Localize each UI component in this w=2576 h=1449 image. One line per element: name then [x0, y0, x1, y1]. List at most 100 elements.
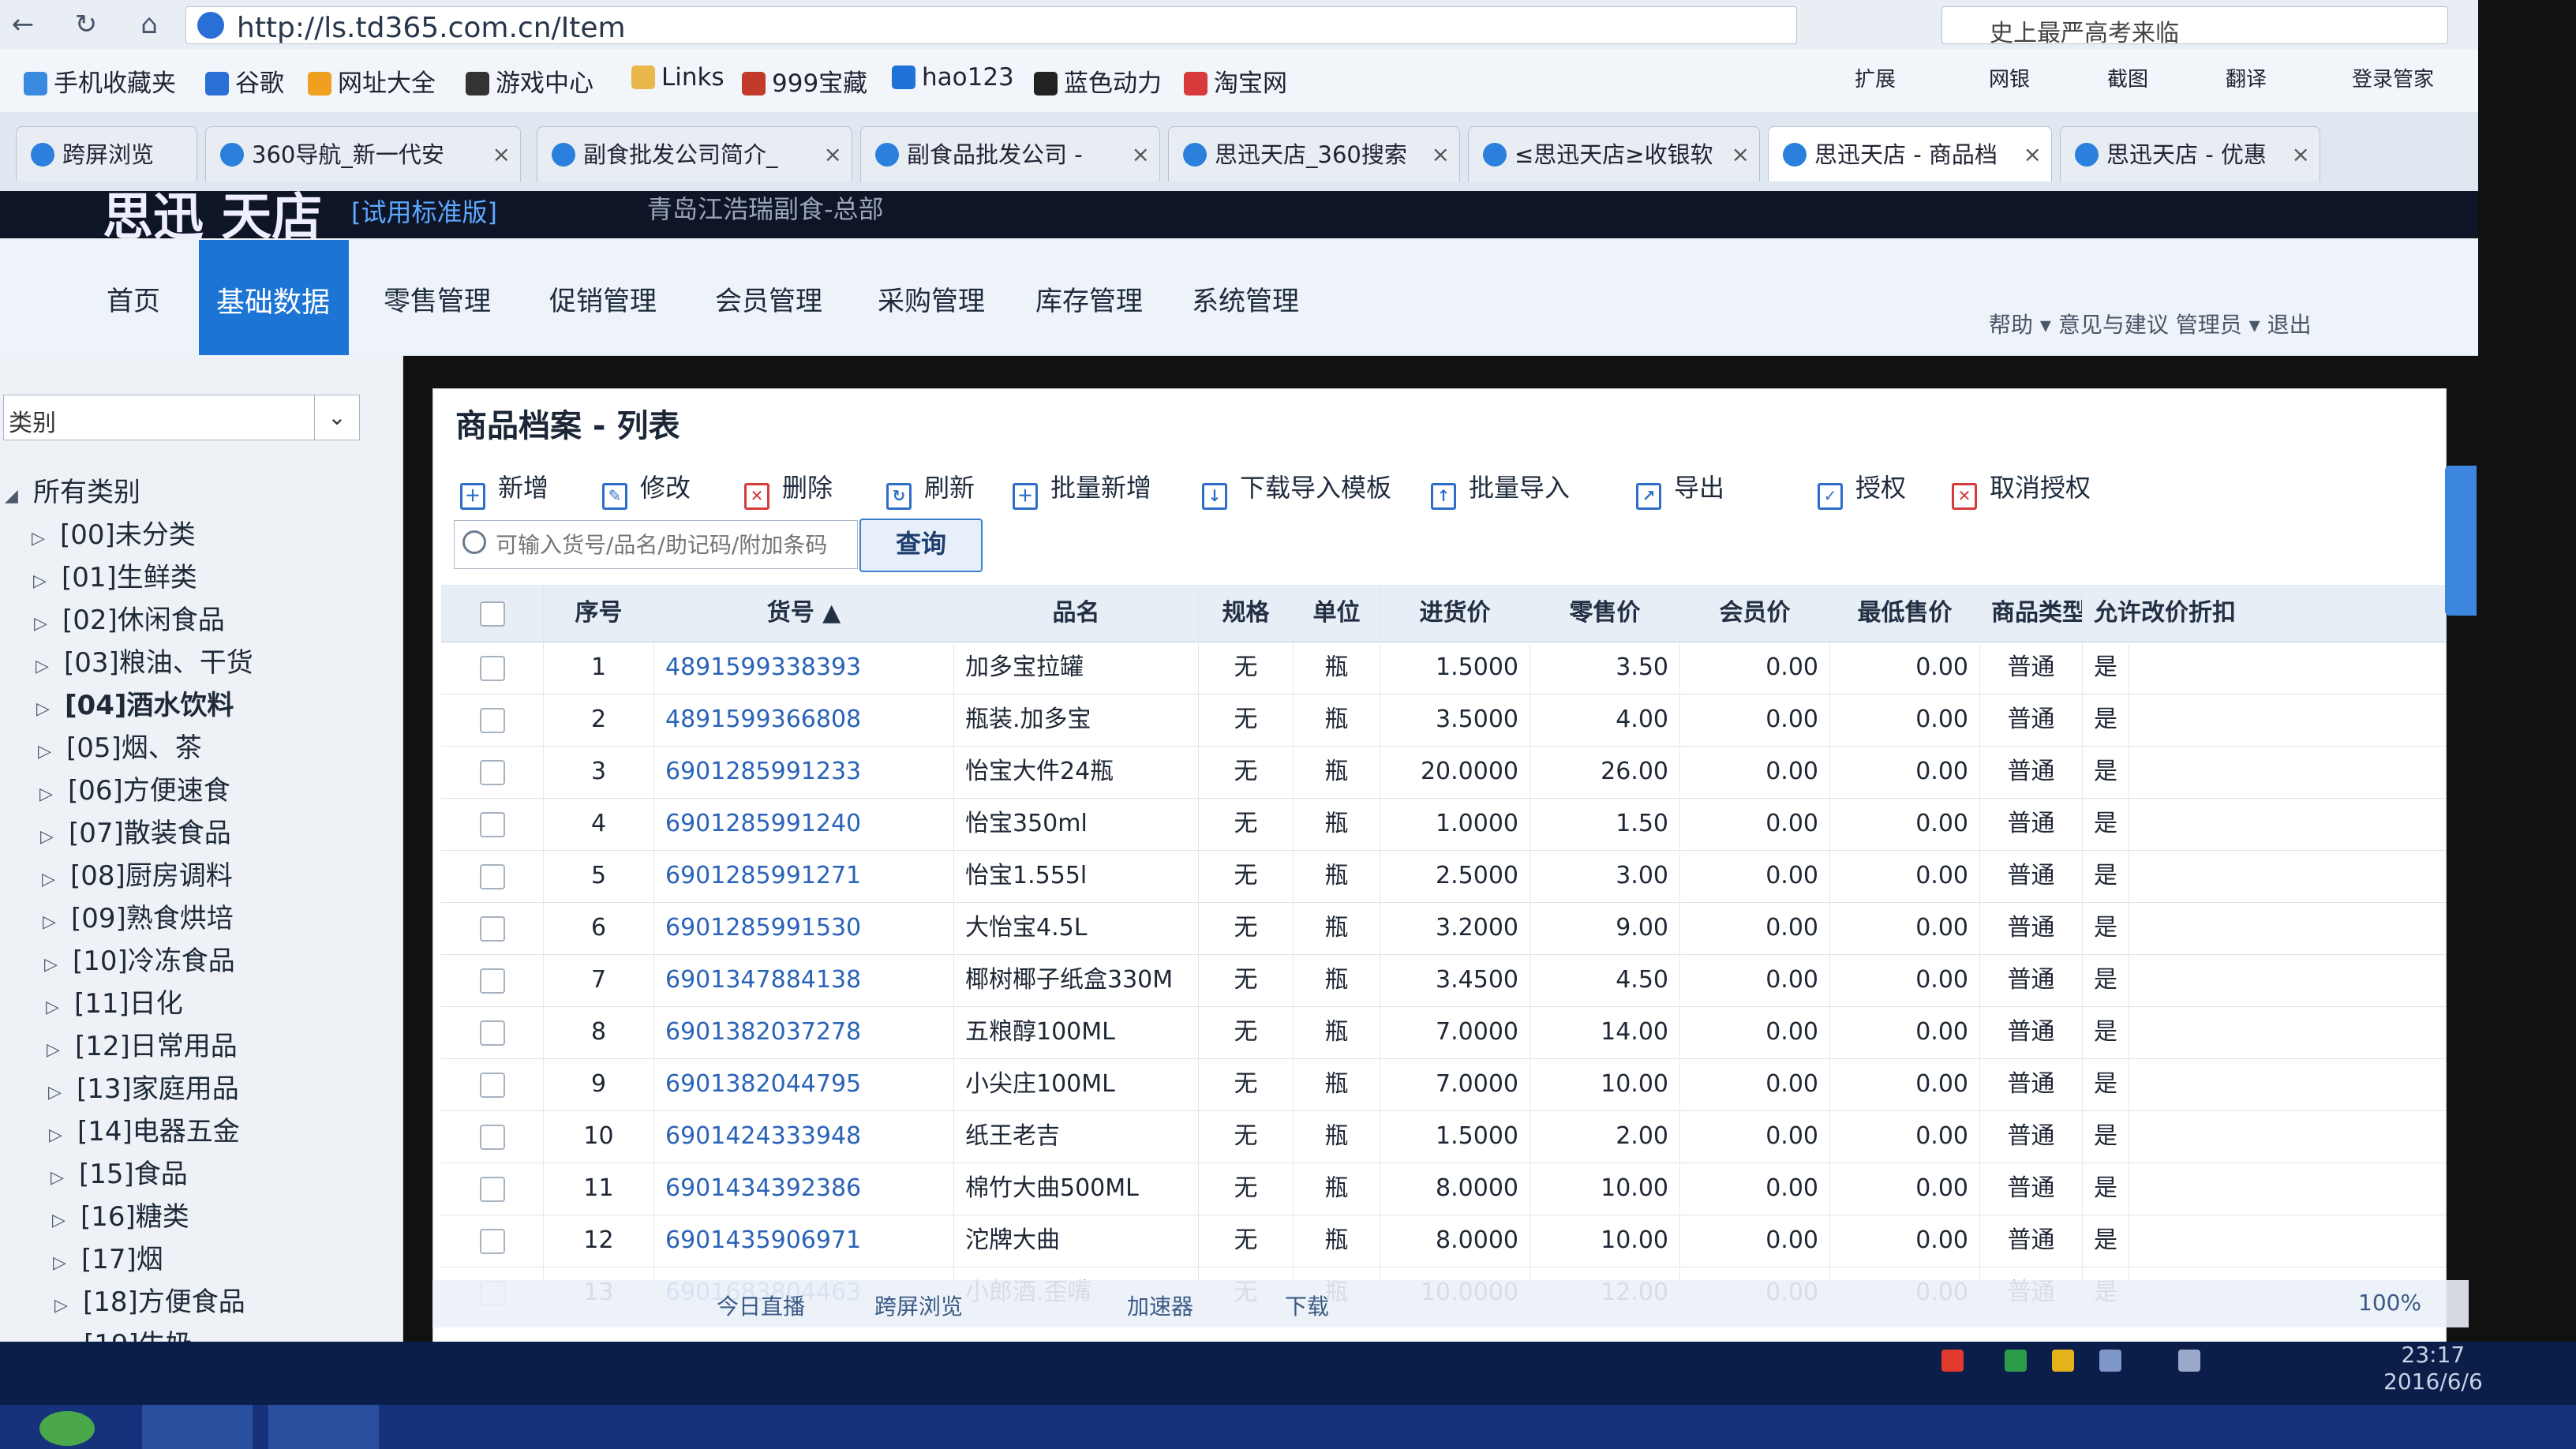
tree-root[interactable]: ◢ 所有类别 — [5, 470, 140, 509]
nav-inventory[interactable]: 库存管理 — [1035, 279, 1143, 318]
start-button[interactable] — [39, 1411, 95, 1446]
table-cell[interactable]: 6901435906971 — [654, 1215, 954, 1267]
row-checkbox[interactable] — [479, 1228, 505, 1254]
table-row[interactable]: 1 4891599338393 加多宝拉罐无瓶 1.5000 3.50 0.00 0.00 普… — [441, 642, 2446, 695]
tree-item[interactable]: ▷ [18]方便食品 — [54, 1280, 245, 1319]
toolbar-extension-button[interactable]: 网银 — [1989, 63, 2030, 92]
live-link[interactable]: 今日直播 — [717, 1290, 805, 1321]
tree-item[interactable]: ▷ [10]冷冻食品 — [44, 939, 235, 978]
refresh-icon[interactable]: ↻ — [68, 6, 104, 43]
close-icon[interactable]: × — [2292, 127, 2310, 182]
table-row[interactable]: 9 6901382044795 小尖庄100ML 无瓶 7.0000 10.00 0.00 0… — [441, 1058, 2446, 1111]
row-select-cell[interactable] — [441, 902, 544, 954]
column-header[interactable]: 单位 — [1294, 585, 1380, 642]
query-button[interactable]: 查询 — [859, 519, 983, 572]
browser-tab[interactable]: 思迅天店 - 商品档 × — [1768, 126, 2052, 182]
row-select-cell[interactable] — [441, 1110, 544, 1163]
download-link[interactable]: 下载 — [1285, 1290, 1329, 1321]
category-select[interactable]: 类别 ⌄ — [3, 395, 360, 440]
caret-right-icon[interactable]: ▷ — [51, 1168, 69, 1188]
caret-right-icon[interactable]: ▷ — [46, 998, 65, 1017]
table-cell[interactable]: 6901285991271 — [654, 850, 954, 902]
caret-down-icon[interactable]: ◢ — [5, 486, 24, 506]
caret-right-icon[interactable]: ▷ — [36, 699, 55, 719]
refresh-button[interactable]: ↻ 刷新 — [886, 468, 975, 510]
table-row[interactable]: 10 6901424333948 纸王老吉无瓶 1.5000 2.00 0.00 0.00 普… — [441, 1110, 2446, 1163]
nav-basic-data[interactable]: 基础数据 — [199, 240, 349, 357]
column-header[interactable]: 零售价 — [1530, 585, 1680, 642]
row-select-cell[interactable] — [441, 694, 544, 746]
caret-right-icon[interactable]: ▷ — [40, 827, 59, 847]
row-checkbox[interactable] — [479, 759, 505, 785]
taskbar-browser-icon[interactable] — [142, 1405, 253, 1449]
volume-icon[interactable] — [2178, 1350, 2200, 1372]
select-all-cell[interactable] — [441, 585, 544, 642]
bookmark-item[interactable]: 蓝色动力 — [1034, 63, 1162, 99]
tree-item[interactable]: ▷ [16]糖类 — [52, 1195, 189, 1234]
bluetooth-icon[interactable] — [2099, 1350, 2121, 1372]
row-checkbox[interactable] — [479, 1124, 505, 1150]
bookmark-item[interactable]: 谷歌 — [205, 63, 284, 99]
authorize-button[interactable]: ✓ 授权 — [1818, 468, 1906, 510]
close-icon[interactable]: × — [824, 127, 842, 182]
tree-item[interactable]: ▷ [03]粮油、干货 — [36, 641, 253, 680]
bookmark-item[interactable]: 淘宝网 — [1184, 63, 1287, 99]
column-header[interactable]: 允许改价折扣 — [2083, 585, 2248, 642]
back-icon[interactable]: ← — [5, 6, 41, 43]
chevron-down-icon[interactable]: ⌄ — [314, 395, 359, 440]
row-checkbox[interactable] — [479, 968, 505, 994]
tree-item[interactable]: ▷ [04]酒水饮料 — [36, 683, 234, 722]
online-service-tab[interactable] — [2445, 466, 2477, 616]
batch-add-button[interactable]: ＋ 批量新增 — [1013, 468, 1151, 510]
column-header[interactable]: 规格 — [1199, 585, 1294, 642]
zoom-level[interactable]: 100% — [2358, 1290, 2421, 1316]
export-button[interactable]: ↗ 导出 — [1636, 468, 1724, 510]
nav-system[interactable]: 系统管理 — [1192, 279, 1299, 318]
bookmark-item[interactable]: hao123 — [892, 63, 1014, 92]
bookmark-item[interactable]: 网址大全 — [308, 63, 436, 99]
row-checkbox[interactable] — [479, 1020, 505, 1046]
browser-tab[interactable]: 360导航_新一代安 × — [205, 126, 521, 182]
column-header[interactable]: 会员价 — [1680, 585, 1830, 642]
search-field[interactable] — [454, 520, 858, 569]
tree-item[interactable]: ▷ [11]日化 — [46, 982, 183, 1020]
browser-search-box[interactable]: 史上最严高考来临 — [1941, 6, 2448, 47]
row-checkbox[interactable] — [479, 707, 505, 733]
toolbar-extension-button[interactable]: 扩展 — [1855, 63, 1896, 92]
close-icon[interactable]: × — [1432, 127, 1450, 182]
nav-purchase[interactable]: 采购管理 — [878, 279, 985, 318]
bookmark-item[interactable]: Links — [631, 63, 724, 92]
row-select-cell[interactable] — [441, 1215, 544, 1267]
column-header[interactable]: 货号 ▲ — [654, 585, 954, 642]
browser-tab[interactable]: 思迅天店 - 优惠 × — [2060, 126, 2320, 182]
table-cell[interactable]: 6901382044795 — [654, 1058, 954, 1110]
browser-tab[interactable]: 跨屏浏览 — [16, 126, 197, 182]
caret-right-icon[interactable]: ▷ — [42, 870, 61, 889]
caret-right-icon[interactable]: ▷ — [34, 614, 53, 634]
table-row[interactable]: 8 6901382037278 五粮醇100ML 无瓶 7.0000 14.00 0.00 0… — [441, 1006, 2446, 1059]
row-select-cell[interactable] — [441, 1006, 544, 1058]
table-row[interactable]: 2 4891599366808 瓶装.加多宝无瓶 3.5000 4.00 0.00 0.00… — [441, 694, 2446, 747]
home-icon[interactable]: ⌂ — [131, 6, 167, 43]
nav-home[interactable]: 首页 — [107, 279, 160, 318]
delete-button[interactable]: ✕ 删除 — [744, 468, 833, 510]
tree-item[interactable]: ▷ [00]未分类 — [32, 513, 196, 552]
tree-item[interactable]: ▷ [13]家庭用品 — [48, 1067, 239, 1106]
close-icon[interactable]: × — [1132, 127, 1150, 182]
caret-right-icon[interactable]: ▷ — [54, 1296, 73, 1316]
row-checkbox[interactable] — [479, 811, 505, 837]
tree-item[interactable]: ▷ [02]休闲食品 — [34, 598, 225, 637]
browser-tab[interactable]: 副食品批发公司 - × — [860, 126, 1160, 182]
user-menu[interactable]: 帮助 ▾ 意见与建议 管理员 ▾ 退出 — [1989, 308, 2312, 339]
close-icon[interactable]: × — [492, 127, 511, 182]
tree-item[interactable]: ▷ [06]方便速食 — [39, 769, 230, 807]
caret-right-icon[interactable]: ▷ — [47, 1040, 66, 1060]
add-button[interactable]: ＋ 新增 — [460, 468, 549, 510]
column-header[interactable]: 商品类型 — [1980, 585, 2083, 642]
table-cell[interactable]: 6901382037278 — [654, 1006, 954, 1058]
close-icon[interactable]: × — [1732, 127, 1750, 182]
nav-retail[interactable]: 零售管理 — [384, 279, 491, 318]
tree-item[interactable]: ▷ [08]厨房调料 — [42, 854, 233, 893]
row-checkbox[interactable] — [479, 1072, 505, 1098]
accelerator-link[interactable]: 加速器 — [1127, 1290, 1193, 1321]
